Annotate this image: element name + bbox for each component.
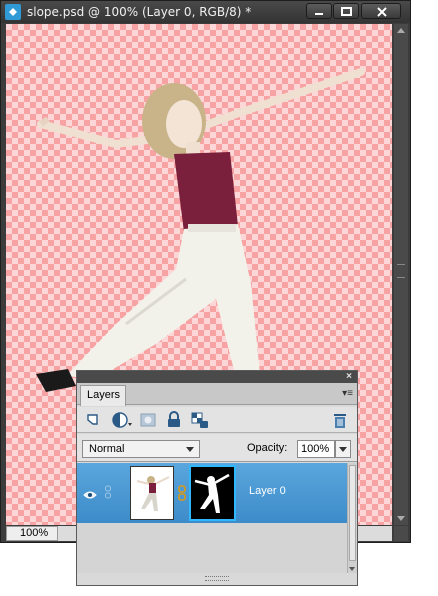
- blend-row: Normal Opacity: 100%: [77, 434, 357, 462]
- panel-menu-icon[interactable]: ▾≡: [342, 388, 353, 399]
- chevron-down-icon: [186, 447, 194, 452]
- layer-mask-icon[interactable]: [139, 411, 157, 429]
- resize-corner[interactable]: [394, 526, 408, 541]
- scroll-grip[interactable]: [397, 264, 405, 278]
- opacity-input[interactable]: 100%: [297, 440, 335, 458]
- zoom-level-field[interactable]: 100%: [6, 526, 58, 541]
- tab-layers[interactable]: Layers: [80, 385, 126, 406]
- layer-list-scrollbar[interactable]: [347, 463, 357, 573]
- layer-name[interactable]: Layer 0: [249, 485, 286, 497]
- document-title: slope.psd @ 100% (Layer 0, RGB/8) *: [27, 5, 252, 19]
- blend-mode-select[interactable]: Normal: [82, 440, 200, 458]
- opacity-label: Opacity:: [247, 442, 288, 454]
- panel-resize-grip[interactable]: [205, 576, 229, 581]
- panel-close-icon[interactable]: ×: [346, 371, 352, 383]
- panel-tabbar: Layers ▾≡: [77, 383, 357, 406]
- new-layer-icon[interactable]: [85, 411, 103, 429]
- lock-all-icon[interactable]: [165, 411, 183, 429]
- mask-link-icon[interactable]: [178, 485, 186, 501]
- layers-panel: × Layers ▾≡ Normal Opacity: 100% Layer 0: [76, 370, 358, 586]
- adjustment-layer-icon[interactable]: [111, 411, 135, 429]
- chevron-down-icon: [339, 447, 347, 452]
- minimize-button[interactable]: [306, 3, 332, 19]
- trash-icon[interactable]: [331, 411, 349, 429]
- layers-toolbar: [77, 407, 357, 433]
- layer-thumbnail[interactable]: [130, 466, 174, 520]
- scroll-down-icon[interactable]: [349, 567, 355, 571]
- close-button[interactable]: [361, 3, 401, 19]
- vertical-scrollbar[interactable]: [394, 24, 408, 525]
- scroll-thumb[interactable]: [349, 465, 356, 561]
- panel-header[interactable]: ×: [77, 371, 357, 383]
- layer-mask-thumbnail[interactable]: [189, 465, 236, 521]
- layer-list: Layer 0: [77, 463, 347, 573]
- scroll-down-icon[interactable]: [397, 516, 405, 521]
- maximize-button[interactable]: [333, 3, 359, 19]
- lock-transparency-icon[interactable]: [191, 411, 209, 429]
- app-icon: [5, 4, 21, 20]
- minimize-icon: [315, 13, 323, 15]
- blend-mode-value: Normal: [89, 443, 125, 455]
- layer-row[interactable]: Layer 0: [77, 463, 347, 523]
- scroll-up-icon[interactable]: [397, 28, 405, 33]
- layer-link-icon[interactable]: [104, 485, 112, 499]
- close-icon: [377, 7, 387, 17]
- document-titlebar[interactable]: slope.psd @ 100% (Layer 0, RGB/8) *: [1, 1, 410, 23]
- opacity-dropdown-button[interactable]: [335, 440, 351, 458]
- eye-icon[interactable]: [83, 487, 97, 499]
- maximize-icon: [341, 7, 352, 16]
